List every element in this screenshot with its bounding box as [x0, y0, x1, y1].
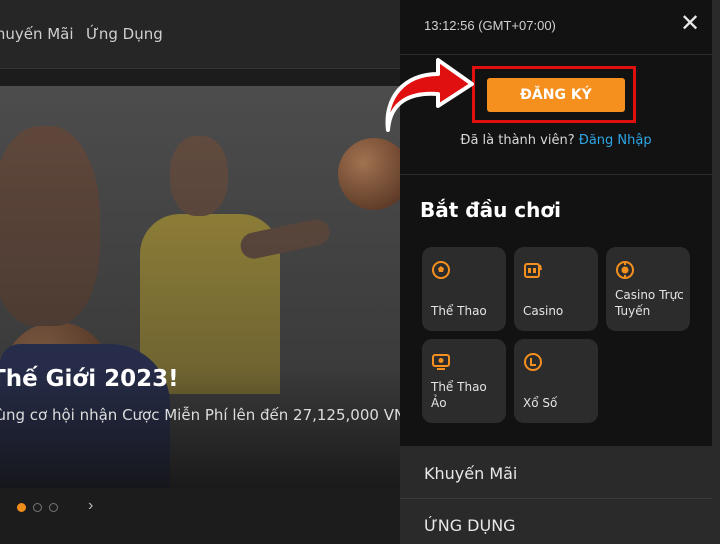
nav-item-promotions[interactable]: Khuyến Mãi: [0, 25, 74, 43]
tile-label: Thể Thao Ảo: [431, 380, 487, 410]
carousel-dot[interactable]: [17, 503, 26, 512]
carousel-dot[interactable]: [33, 503, 42, 512]
tile-label: Casino Trực Tuyến: [615, 288, 684, 318]
tile-label: Thể Thao: [431, 304, 487, 318]
scrollbar[interactable]: [712, 0, 720, 544]
chevron-right-icon[interactable]: ›: [88, 497, 93, 515]
tile-label: Casino: [523, 304, 564, 318]
close-icon[interactable]: ✕: [680, 12, 700, 36]
carousel-indicators: [17, 503, 58, 512]
tile-casino[interactable]: Casino: [514, 247, 598, 331]
divider: [400, 498, 712, 499]
carousel-dot[interactable]: [49, 503, 58, 512]
casino-chip-icon: [616, 261, 634, 279]
tile-sports[interactable]: Thể Thao: [422, 247, 506, 331]
virtual-sports-icon: [432, 354, 450, 370]
tile-virtual-sports[interactable]: Thể Thao Ảo: [422, 339, 506, 423]
menu-item-app[interactable]: ỨNG DỤNG: [424, 516, 516, 535]
annotation-arrow-icon: [385, 58, 474, 132]
clock: 13:12:56 (GMT+07:00): [424, 18, 556, 33]
banner-subtitle: Cùng cơ hội nhận Cược Miễn Phí lên đến 2…: [0, 406, 417, 424]
nav-item-app[interactable]: Ứng Dụng: [86, 25, 163, 43]
lottery-icon: [524, 353, 542, 371]
login-link[interactable]: Đăng Nhập: [579, 133, 652, 148]
section-title: Bắt đầu chơi: [420, 198, 561, 222]
tile-lottery[interactable]: Xổ Số: [514, 339, 598, 423]
menu-item-promotions[interactable]: Khuyến Mãi: [424, 464, 517, 483]
soccer-ball-icon: [432, 261, 450, 279]
tile-label: Xổ Số: [523, 396, 558, 410]
banner-title: Thế Giới 2023!: [0, 366, 179, 392]
tile-live-casino[interactable]: Casino Trực Tuyến: [606, 247, 690, 331]
highlight-box: [472, 66, 636, 123]
slot-machine-icon: [524, 263, 542, 278]
divider: [400, 174, 712, 175]
